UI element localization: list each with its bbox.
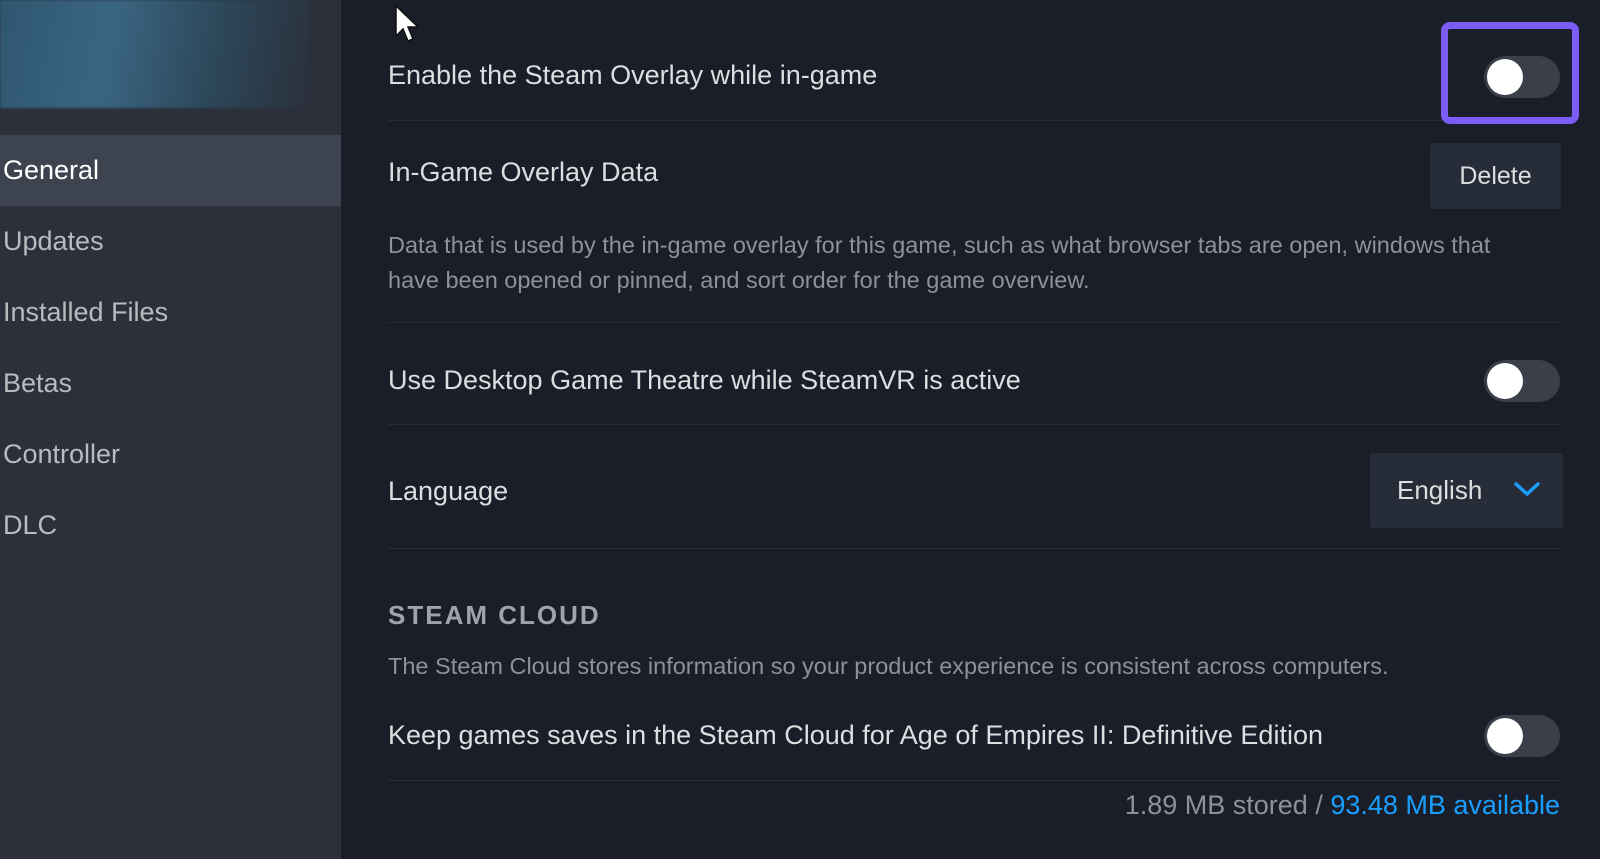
divider [388,780,1560,781]
divider [388,424,1560,425]
steam-cloud-title: STEAM CLOUD [388,600,601,630]
overlay-data-row: In-Game Overlay Data Delete Data that is… [388,121,1561,321]
theatre-label: Use Desktop Game Theatre while SteamVR i… [388,365,1021,395]
language-dropdown[interactable]: English [1370,453,1563,528]
sidebar-item-installed-files[interactable]: Installed Files [0,277,341,348]
language-value: English [1397,475,1483,505]
chevron-down-icon [1514,482,1540,496]
overlay-data-label: In-Game Overlay Data [388,157,659,187]
sidebar-item-betas[interactable]: Betas [0,348,341,419]
cloud-saves-toggle[interactable] [1484,715,1560,757]
steam-cloud-description: The Steam Cloud stores information so yo… [388,653,1389,679]
storage-available-link[interactable]: 93.48 MB available [1330,790,1560,820]
sidebar-item-controller[interactable]: Controller [0,419,341,490]
sidebar-nav: General Updates Installed Files Betas Co… [0,135,341,561]
cloud-saves-label: Keep games saves in the Steam Cloud for … [388,720,1323,750]
toggle-highlight-box [1441,22,1579,124]
toggle-knob [1487,363,1523,399]
sidebar-item-dlc[interactable]: DLC [0,490,341,561]
sidebar: General Updates Installed Files Betas Co… [0,0,341,859]
cloud-storage-info: 1.89 MB stored / 93.48 MB available [1125,790,1560,821]
theatre-row: Use Desktop Game Theatre while SteamVR i… [388,323,1560,423]
overlay-label: Enable the Steam Overlay while in-game [388,60,878,90]
sidebar-item-updates[interactable]: Updates [0,206,341,277]
overlay-data-description: Data that is used by the in-game overlay… [388,232,1491,293]
delete-button[interactable]: Delete [1430,143,1561,209]
toggle-knob [1487,718,1523,754]
divider [388,548,1560,549]
storage-used: 1.89 MB stored / [1124,790,1323,820]
settings-panel: Enable the Steam Overlay while in-game I… [388,0,1563,859]
theatre-toggle[interactable] [1484,360,1560,402]
overlay-row: Enable the Steam Overlay while in-game [388,0,1560,120]
language-label: Language [388,476,509,506]
game-banner [0,0,310,108]
sidebar-item-general[interactable]: General [0,135,341,206]
